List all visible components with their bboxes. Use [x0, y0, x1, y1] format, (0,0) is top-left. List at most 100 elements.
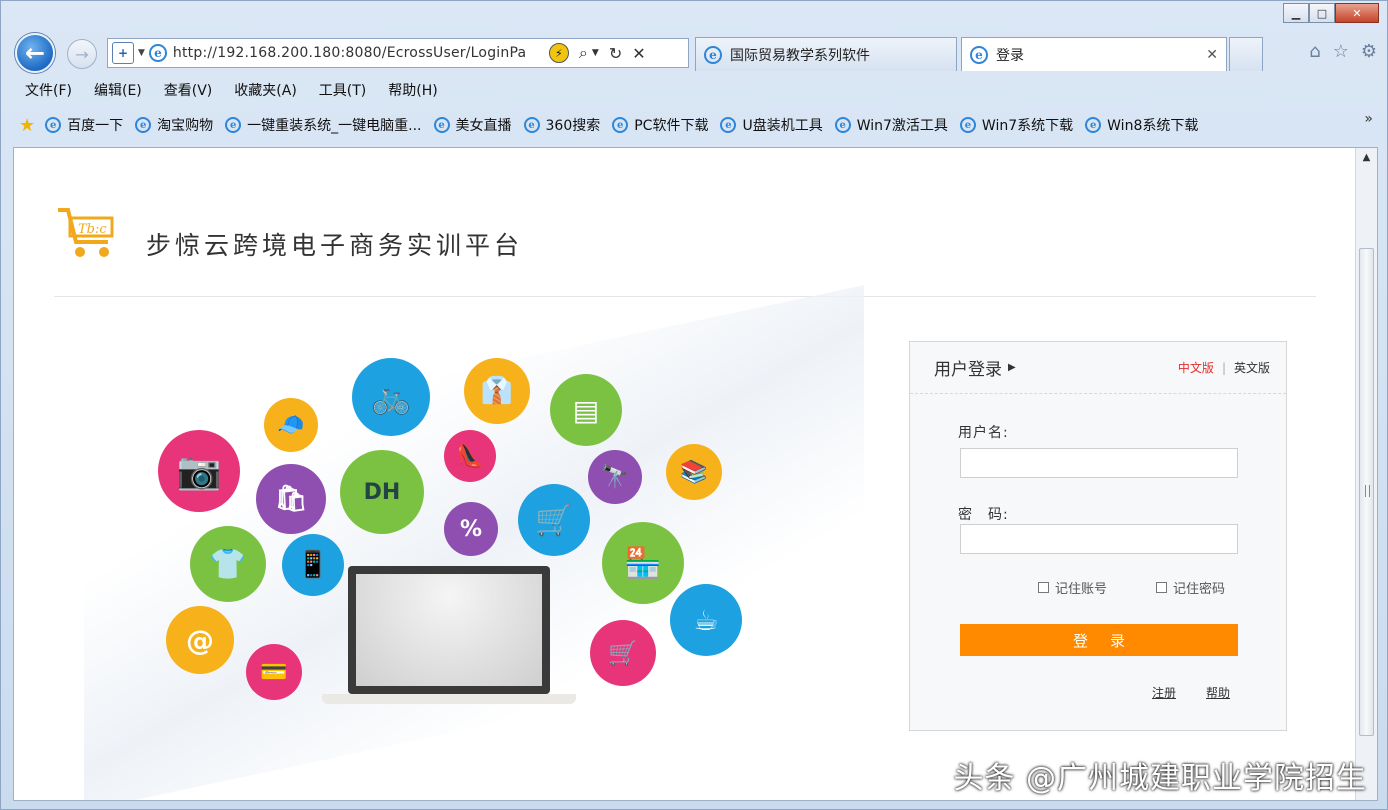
- logo-text: Tb:c: [78, 222, 107, 237]
- register-link[interactable]: 注册: [1152, 684, 1176, 701]
- ie-link-icon: e: [720, 117, 737, 133]
- menu-help[interactable]: 帮助(H): [388, 80, 437, 100]
- ie-link-icon: e: [834, 117, 851, 133]
- maximize-button[interactable]: □: [1309, 3, 1335, 23]
- scrollbar-thumb[interactable]: [1359, 248, 1374, 736]
- lang-english-link[interactable]: 英文版: [1234, 359, 1270, 376]
- search-dropdown-icon[interactable]: ▼: [592, 48, 599, 58]
- favorite-link[interactable]: e 美女直播: [433, 115, 512, 135]
- telescope-icon: 🔭: [588, 450, 642, 504]
- menu-file[interactable]: 文件(F): [25, 80, 72, 100]
- ie-link-icon: e: [225, 117, 242, 133]
- ie-link-icon: e: [959, 117, 976, 133]
- tshirt-icon: 👕: [190, 526, 266, 602]
- forward-button[interactable]: →: [67, 39, 97, 69]
- minimize-button[interactable]: ▁: [1283, 3, 1309, 23]
- favorites-overflow-chevron[interactable]: »: [1364, 111, 1373, 127]
- help-link[interactable]: 帮助: [1206, 684, 1230, 701]
- remember-account-label: 记住账号: [1055, 582, 1108, 597]
- lang-separator: |: [1221, 360, 1226, 375]
- login-header: 用户登录 ▶ 中文版 | 英文版: [910, 342, 1286, 394]
- close-window-button[interactable]: ✕: [1335, 3, 1379, 23]
- back-button[interactable]: ←: [15, 33, 55, 73]
- ie-link-icon: e: [135, 117, 152, 133]
- tab-label: 国际贸易教学系列软件: [730, 47, 870, 64]
- books-icon: 📚: [666, 444, 722, 500]
- favorite-label: 淘宝购物: [157, 118, 214, 134]
- address-url[interactable]: http://192.168.200.180:8080/EcrossUser/L…: [173, 45, 545, 61]
- favorite-label: 360搜索: [545, 118, 601, 134]
- mobile-phone-icon: 📱: [282, 534, 344, 596]
- remember-password-option[interactable]: 记住密码: [1156, 578, 1225, 597]
- tie-icon: 👔: [464, 358, 530, 424]
- favorite-label: 美女直播: [455, 118, 512, 134]
- username-field[interactable]: [960, 448, 1238, 478]
- credit-card-icon: 💳: [246, 644, 302, 700]
- ie-link-icon: e: [45, 117, 62, 133]
- watermark: 头条 @广州城建职业学院招生: [953, 761, 1367, 796]
- shopping-bag-icon: 🛍: [256, 464, 326, 534]
- favorite-link[interactable]: e 一键重装系统_一键电脑重...: [225, 115, 422, 135]
- favorites-bar: ★ e 百度一下 e 淘宝购物 e 一键重装系统_一键电脑重... e 美女直播 e 36…: [1, 111, 1387, 139]
- favorite-link[interactable]: e 360搜索: [523, 115, 601, 135]
- menu-favorites[interactable]: 收藏夹(A): [234, 80, 297, 100]
- favorite-link[interactable]: e Win7激活工具: [834, 115, 948, 135]
- new-tab-button[interactable]: [1229, 37, 1263, 71]
- menu-view[interactable]: 查看(V): [164, 80, 213, 100]
- compatibility-view-icon[interactable]: ⚡: [548, 43, 569, 63]
- lang-chinese-link[interactable]: 中文版: [1178, 359, 1214, 376]
- password-field[interactable]: [960, 524, 1238, 554]
- coffee-cup-icon: ☕: [670, 584, 742, 656]
- home-icon[interactable]: ⌂: [1309, 41, 1320, 62]
- phone-card-icon: ▤: [550, 374, 622, 446]
- alibaba-logo-icon: @: [166, 606, 234, 674]
- forward-arrow-icon: →: [75, 44, 89, 64]
- login-panel: 用户登录 ▶ 中文版 | 英文版 用户名: 密 码: 记住账号 记住密码 登录: [909, 341, 1287, 731]
- page-viewport: Tb:c 步惊云跨境电子商务实训平台 📷 🧢 🚲 👔 ▤ 👠 🛍 DH 🔭 📚 …: [13, 147, 1378, 801]
- scroll-up-arrow-icon[interactable]: ▲: [1356, 152, 1377, 163]
- remember-password-checkbox[interactable]: [1156, 582, 1167, 593]
- chevron-down-icon[interactable]: ▼: [138, 48, 145, 58]
- favorite-link[interactable]: e Win7系统下载: [959, 115, 1073, 135]
- menu-edit[interactable]: 编辑(E): [94, 80, 142, 100]
- favorites-add-icon[interactable]: ★: [19, 115, 35, 136]
- favorite-link[interactable]: e 百度一下: [45, 115, 123, 135]
- ie-tab-icon: e: [704, 45, 722, 64]
- remember-account-checkbox[interactable]: [1038, 582, 1049, 593]
- caret-right-icon: ▶: [1008, 362, 1016, 373]
- favorite-link[interactable]: e PC软件下载: [612, 115, 708, 135]
- favorite-label: Win8系统下载: [1107, 118, 1199, 134]
- discount-icon: %: [444, 502, 498, 556]
- tab-trade-software[interactable]: e 国际贸易教学系列软件: [695, 37, 957, 71]
- gear-icon[interactable]: ⚙: [1361, 41, 1377, 62]
- vertical-scrollbar[interactable]: ▲: [1355, 148, 1377, 800]
- site-title: 步惊云跨境电子商务实训平台: [146, 231, 524, 260]
- login-button[interactable]: 登录: [960, 624, 1238, 656]
- shield-icon[interactable]: +: [112, 42, 134, 64]
- ie-link-icon: e: [433, 117, 450, 133]
- favorite-link[interactable]: e Win8系统下载: [1085, 115, 1198, 135]
- favorite-link[interactable]: e 淘宝购物: [135, 115, 213, 135]
- close-tab-icon[interactable]: ✕: [1206, 47, 1218, 63]
- cart-logo-bubble-icon: 🛒: [590, 620, 656, 686]
- favorites-star-icon[interactable]: ☆: [1333, 41, 1349, 62]
- tab-login[interactable]: e 登录 ✕: [961, 37, 1227, 71]
- remember-password-label: 记住密码: [1173, 582, 1226, 597]
- tab-label: 登录: [996, 47, 1024, 64]
- refresh-icon[interactable]: ↻: [609, 44, 622, 63]
- laptop-screen: [348, 566, 550, 694]
- ie-page-icon: e: [148, 44, 167, 62]
- navigation-row: ← → + ▼ e http://192.168.200.180:8080/Ec…: [1, 29, 1387, 75]
- favorite-label: Win7激活工具: [856, 118, 948, 134]
- search-icon[interactable]: ⌕: [579, 43, 588, 63]
- scrollbar-grip: [1365, 485, 1370, 497]
- stop-icon[interactable]: ✕: [632, 44, 645, 63]
- language-switch: 中文版 | 英文版: [1178, 359, 1270, 376]
- camera-icon: 📷: [158, 430, 240, 512]
- laptop-base: [322, 694, 576, 704]
- menu-tools[interactable]: 工具(T): [319, 80, 366, 100]
- remember-account-option[interactable]: 记住账号: [1038, 578, 1107, 597]
- address-bar[interactable]: + ▼ e http://192.168.200.180:8080/Ecross…: [107, 38, 689, 68]
- favorite-link[interactable]: e U盘装机工具: [720, 115, 823, 135]
- header-divider: [54, 296, 1316, 297]
